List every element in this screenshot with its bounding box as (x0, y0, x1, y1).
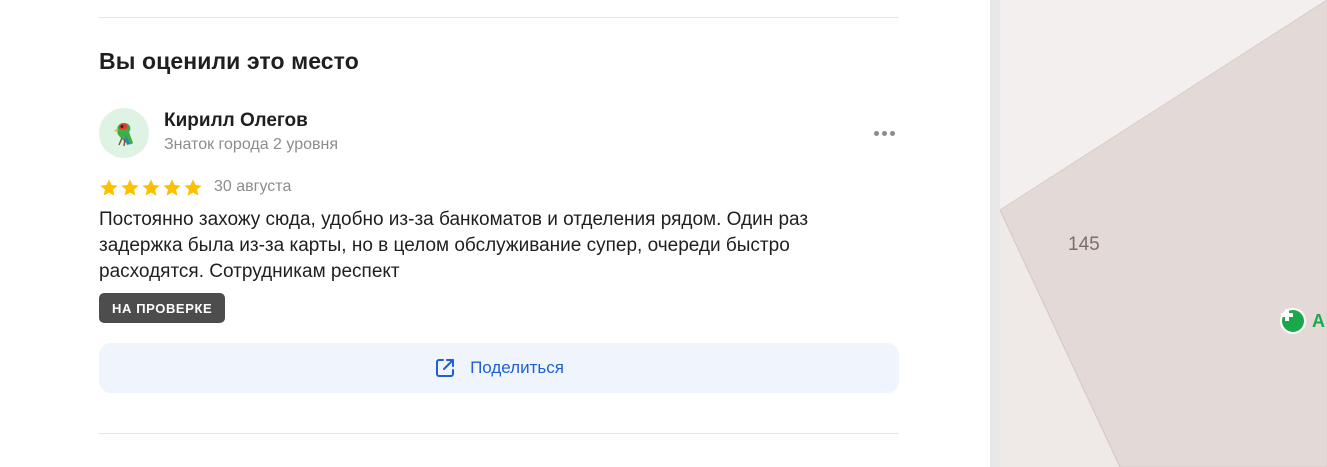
star-icon (121, 179, 139, 196)
more-dots-icon (889, 130, 895, 136)
status-badge: НА ПРОВЕРКЕ (99, 293, 226, 323)
more-dots-icon (881, 130, 887, 136)
divider-top (99, 17, 899, 18)
share-button[interactable]: Поделиться (99, 343, 899, 393)
panel-map-separator (990, 0, 1000, 467)
star-icon (163, 179, 181, 196)
map-poi[interactable]: А (1280, 308, 1325, 334)
map-buildings (1000, 0, 1327, 467)
star-icon (100, 179, 118, 196)
more-dots-icon (873, 130, 879, 136)
star-icon (142, 179, 160, 196)
parrot-icon (114, 122, 133, 147)
rating-stars (99, 178, 203, 198)
poi-label: А (1312, 310, 1325, 331)
review-date: 30 августа (214, 178, 292, 195)
map-view[interactable]: 145 А (1000, 0, 1327, 467)
external-link-icon (436, 359, 455, 377)
author-name[interactable]: Кирилл Олегов (164, 110, 308, 132)
star-icon (184, 179, 202, 196)
house-number: 145 (1068, 234, 1100, 255)
pharmacy-cross-icon (1280, 308, 1306, 334)
avatar[interactable] (99, 108, 149, 158)
share-label: Поделиться (470, 358, 564, 377)
review-text: Постоянно захожу сюда, удобно из-за банк… (99, 209, 809, 282)
section-title: Вы оценили это место (99, 48, 359, 74)
more-button[interactable] (870, 126, 898, 140)
review-panel: Вы оценили это место Кирилл Олегов Знато… (0, 0, 990, 467)
author-level: Знаток города 2 уровня (164, 136, 339, 153)
divider-bottom (99, 433, 899, 434)
